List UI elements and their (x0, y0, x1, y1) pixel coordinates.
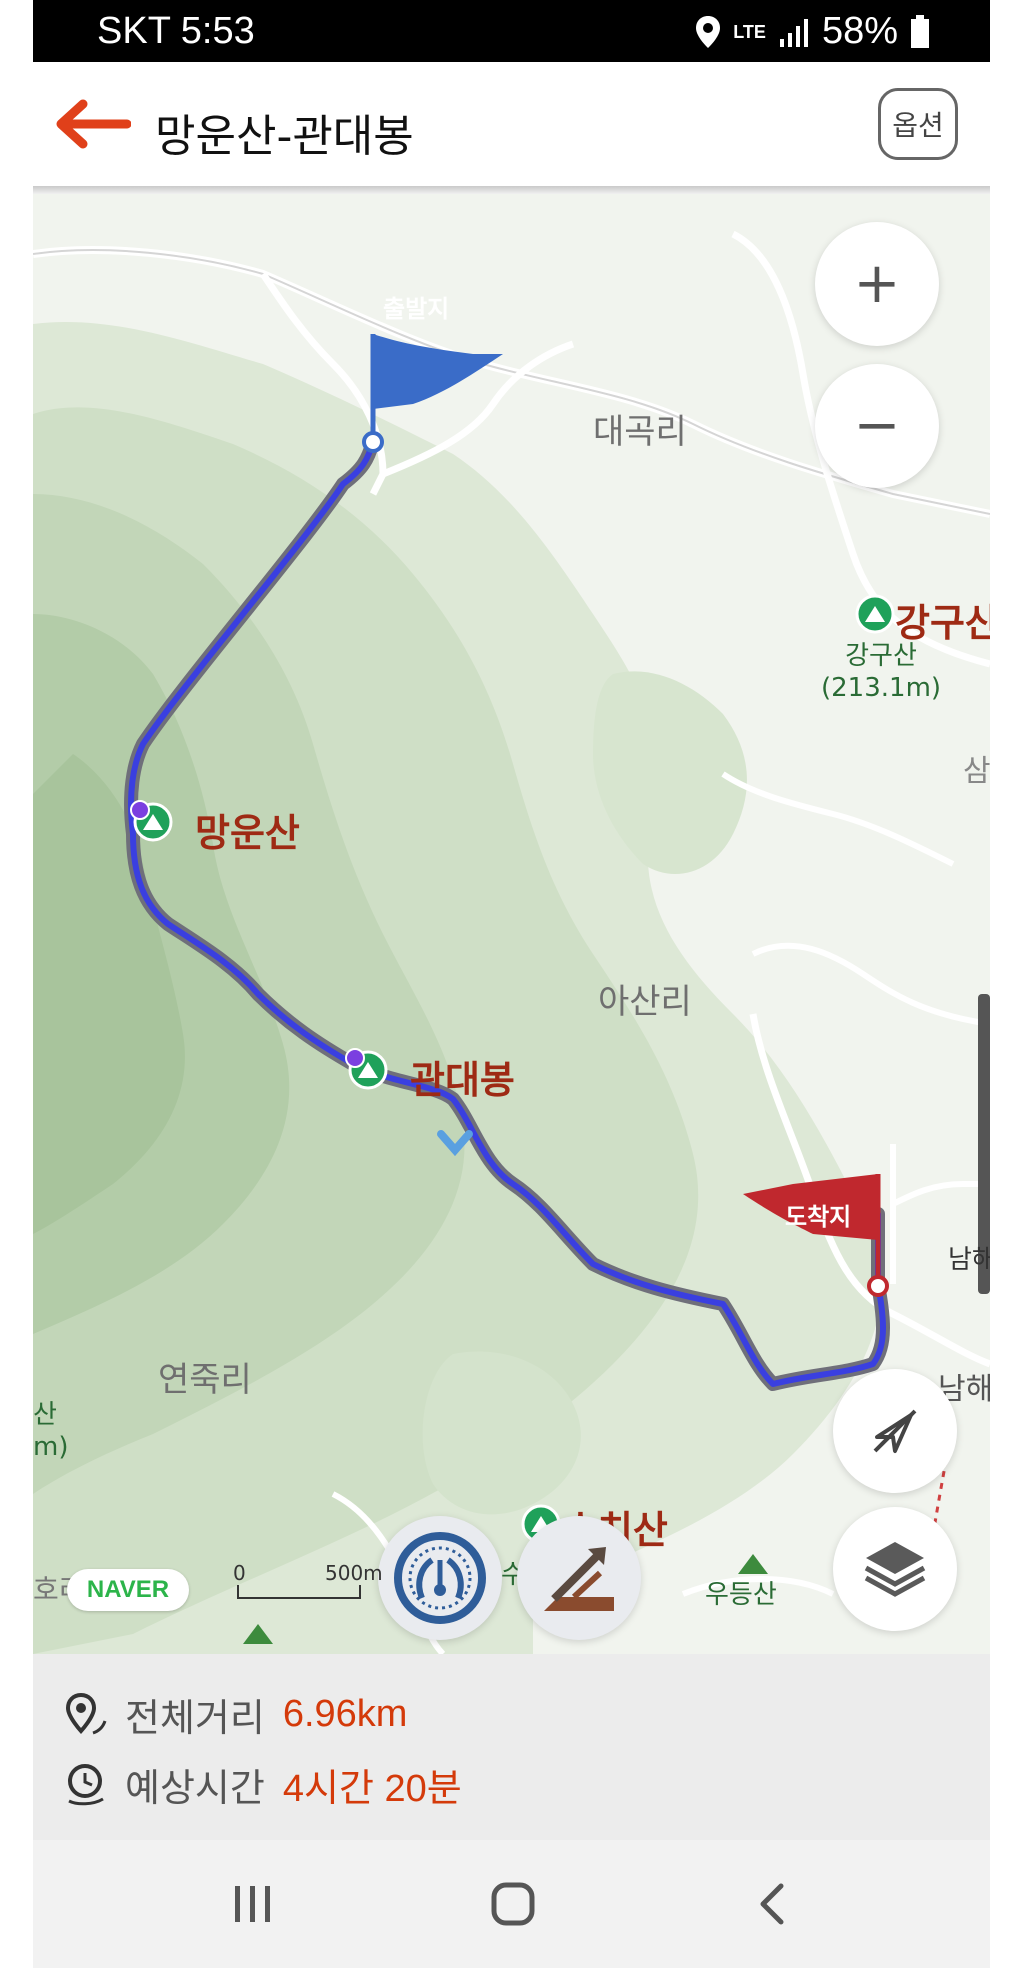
distance-label: 전체거리 (125, 1695, 265, 1740)
distance-row: 전체거리 6.96km (63, 1684, 407, 1744)
place-namhae: 남해 (948, 1245, 990, 1275)
peak-ganggu-name: 강구산 (845, 641, 917, 671)
end-flag-label: 도착지 (785, 1203, 852, 1231)
elevation-slope-icon (544, 1547, 614, 1611)
peak-ganggu-elevation: (213.1m) (821, 673, 942, 703)
header-divider (33, 186, 990, 194)
back-button[interactable] (53, 98, 132, 150)
place-udeung: 우등산 (705, 1580, 777, 1610)
battery-percent: 58% (821, 10, 898, 52)
elevation-button[interactable] (517, 1516, 641, 1640)
location-off-icon (873, 1409, 917, 1453)
home-button[interactable] (483, 1874, 543, 1934)
clock-icon (68, 1764, 104, 1806)
status-icons: LTE 58% (695, 10, 930, 53)
speedometer-button[interactable] (378, 1516, 502, 1640)
page-title: 망운산-관대봉 (155, 111, 414, 162)
peak-left-cut-1: 산 (33, 1400, 57, 1430)
route-distance-icon (65, 1692, 107, 1735)
place-daegok: 대곡리 (593, 412, 687, 452)
scale-zero: 0 (233, 1561, 246, 1585)
back-nav-button[interactable] (743, 1874, 803, 1934)
app-header: 망운산-관대봉 옵션 (33, 62, 990, 186)
speedometer-icon (394, 1532, 486, 1624)
map-view[interactable]: 출발지 도착지 대곡리 아산리 연죽리 우등산 남해 남해읍 삼 호리 수 망운… (33, 194, 990, 1654)
plus-icon: + (853, 251, 901, 316)
ganggu-peak-icon (855, 594, 895, 634)
map-scale: 0 500m (233, 1561, 383, 1601)
zoom-out-button[interactable]: − (815, 364, 939, 488)
time-value: 4시간 20분 (282, 1767, 462, 1810)
status-bar: SKT 5:53 LTE 58% (33, 0, 990, 62)
naver-logo: NAVER (67, 1569, 189, 1611)
layers-button[interactable] (833, 1507, 957, 1631)
battery-icon (911, 14, 929, 48)
start-flag-label: 출발지 (383, 295, 450, 323)
carrier-time: SKT 5:53 (97, 10, 255, 52)
route-summary: 전체거리 6.96km 예상시간 4시간 20분 (33, 1654, 990, 1840)
recent-apps-button[interactable] (223, 1874, 283, 1934)
time-row: 예상시간 4시간 20분 (63, 1754, 462, 1814)
peak-ganggu-detail: 강구산 (213.1m) (821, 640, 941, 704)
peak-gwandae-label: 관대봉 (410, 1058, 515, 1102)
place-asan: 아산리 (598, 982, 692, 1022)
zoom-in-button[interactable]: + (815, 222, 939, 346)
app-frame: SKT 5:53 LTE 58% 망운산-관대봉 옵션 출발지 도착지 대곡리 … (33, 0, 990, 1968)
network-type: LTE (733, 21, 766, 42)
place-sam: 삼 (963, 754, 990, 789)
home-icon (491, 1882, 535, 1926)
signal-icon (779, 18, 808, 47)
peak-left-cut-2: m) (33, 1432, 69, 1462)
back-arrow-icon (56, 99, 132, 149)
peak-ganggu-label: 강구산 (895, 601, 990, 645)
distance-value: 6.96km (282, 1692, 408, 1735)
location-off-button[interactable] (833, 1369, 957, 1493)
minus-icon: − (853, 393, 901, 458)
recent-apps-icon (235, 1886, 270, 1922)
scale-bar (237, 1585, 361, 1599)
location-icon (696, 15, 721, 48)
peak-mangun-label: 망운산 (195, 811, 300, 855)
layers-icon (864, 1542, 926, 1597)
scale-distance: 500m (325, 1561, 383, 1585)
time-label: 예상시간 (125, 1765, 265, 1810)
system-nav-bar (33, 1840, 990, 1968)
option-button[interactable]: 옵션 (878, 88, 958, 160)
chevron-left-icon (760, 1883, 784, 1925)
place-yeonjuk: 연죽리 (158, 1360, 252, 1400)
